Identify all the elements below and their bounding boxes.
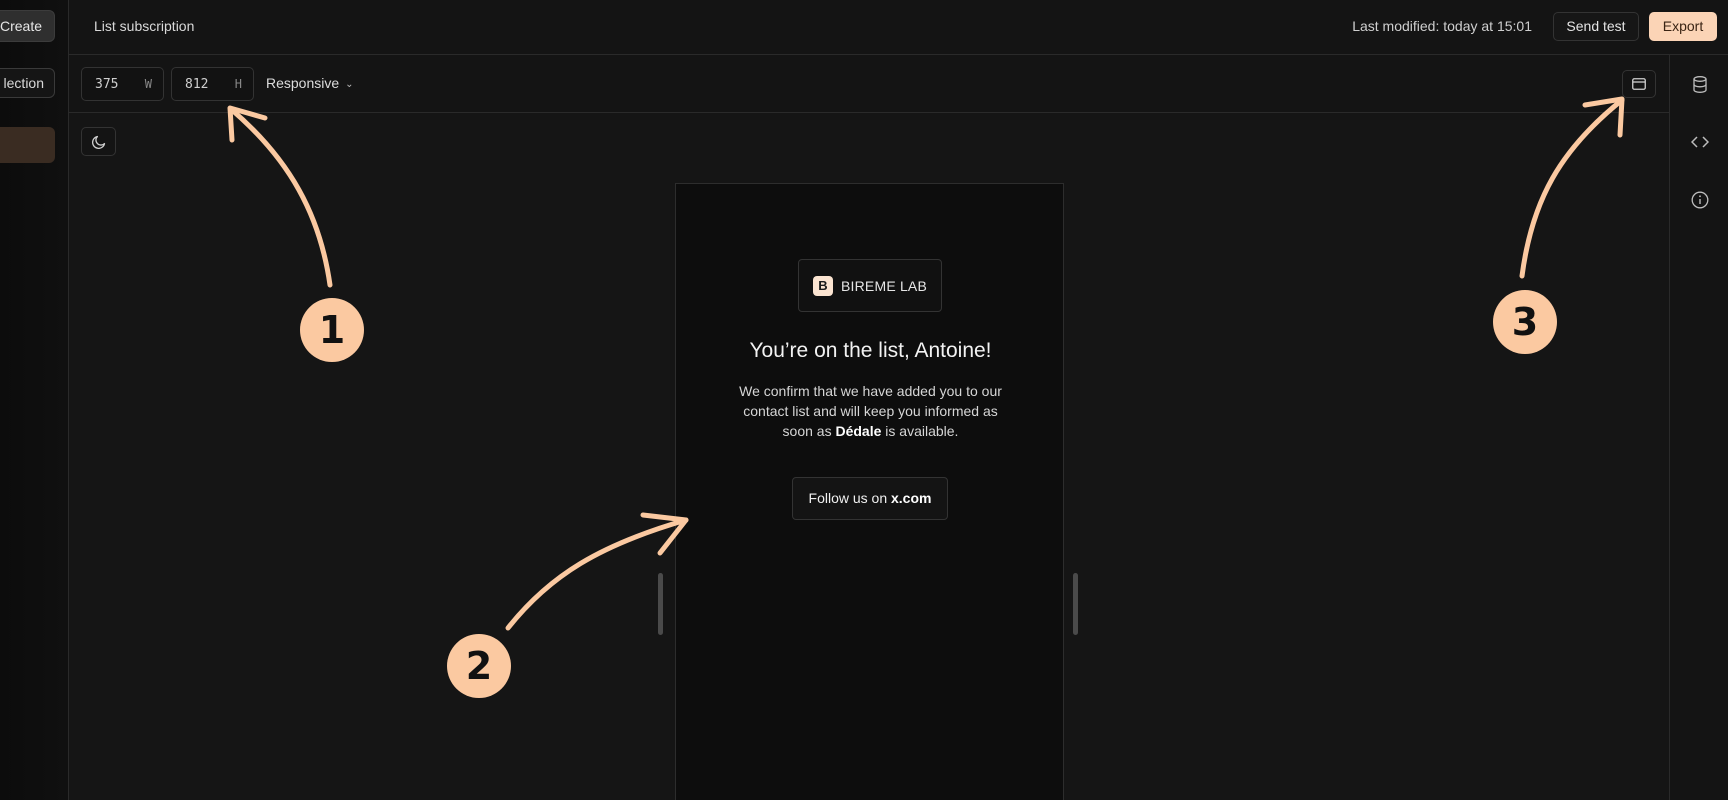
code-button[interactable] xyxy=(1690,132,1710,152)
brand-header: B BIREME LAB xyxy=(798,259,942,312)
preview-toolbar: 375 W 812 H Responsive ⌄ xyxy=(69,55,1669,113)
height-input[interactable]: 812 H xyxy=(171,67,254,101)
theme-toggle-button[interactable] xyxy=(81,127,116,156)
follow-button-site: x.com xyxy=(891,490,932,506)
right-rail xyxy=(1669,55,1728,800)
email-body-end: is available. xyxy=(881,423,959,439)
follow-button-label: Follow us on xyxy=(808,490,891,506)
follow-button[interactable]: Follow us on x.com xyxy=(792,477,948,520)
moon-icon xyxy=(91,135,105,149)
product-name: Dédale xyxy=(835,423,882,439)
database-icon xyxy=(1693,75,1707,93)
annotation-badge-1: 1 xyxy=(300,298,364,362)
send-test-button[interactable]: Send test xyxy=(1553,12,1639,41)
app-window: Create lection List subscription Last mo… xyxy=(0,0,1728,800)
responsive-dropdown[interactable]: Responsive ⌄ xyxy=(266,75,354,91)
document-title: List subscription xyxy=(94,18,195,34)
layout-panel-icon xyxy=(1632,78,1646,90)
annotation-badge-3: 3 xyxy=(1493,290,1557,354)
export-button[interactable]: Export xyxy=(1649,12,1717,41)
left-sidebar: Create lection xyxy=(0,0,69,800)
email-title: You’re on the list, Antoine! xyxy=(749,339,992,362)
last-modified-label: Last modified: today at 15:01 xyxy=(1352,18,1532,34)
info-button[interactable] xyxy=(1690,190,1710,210)
resize-handle-left[interactable] xyxy=(658,573,663,635)
preview-canvas: B BIREME LAB You’re on the list, Antoine… xyxy=(69,113,1669,800)
email-body: We confirm that we have added you to our… xyxy=(731,381,1010,441)
sidebar-active-item[interactable] xyxy=(0,127,55,163)
height-unit: H xyxy=(234,77,242,91)
annotation-badge-2: 2 xyxy=(447,634,511,698)
responsive-label: Responsive xyxy=(266,75,340,91)
width-input[interactable]: 375 W xyxy=(81,67,164,101)
width-unit: W xyxy=(144,77,152,91)
height-value: 812 xyxy=(185,77,209,92)
email-preview-frame: B BIREME LAB You’re on the list, Antoine… xyxy=(675,183,1064,800)
info-icon xyxy=(1691,191,1709,209)
width-value: 375 xyxy=(95,77,119,92)
create-button[interactable]: Create xyxy=(0,10,55,42)
code-icon xyxy=(1691,136,1709,148)
brand-logo: B xyxy=(812,275,833,296)
brand-name: BIREME LAB xyxy=(840,277,928,294)
chevron-down-icon: ⌄ xyxy=(345,79,354,90)
selection-button[interactable]: lection xyxy=(0,68,55,98)
top-bar: List subscription Last modified: today a… xyxy=(69,0,1728,55)
database-button[interactable] xyxy=(1690,74,1710,94)
resize-handle-right[interactable] xyxy=(1073,573,1078,635)
layout-panel-button[interactable] xyxy=(1622,70,1656,98)
